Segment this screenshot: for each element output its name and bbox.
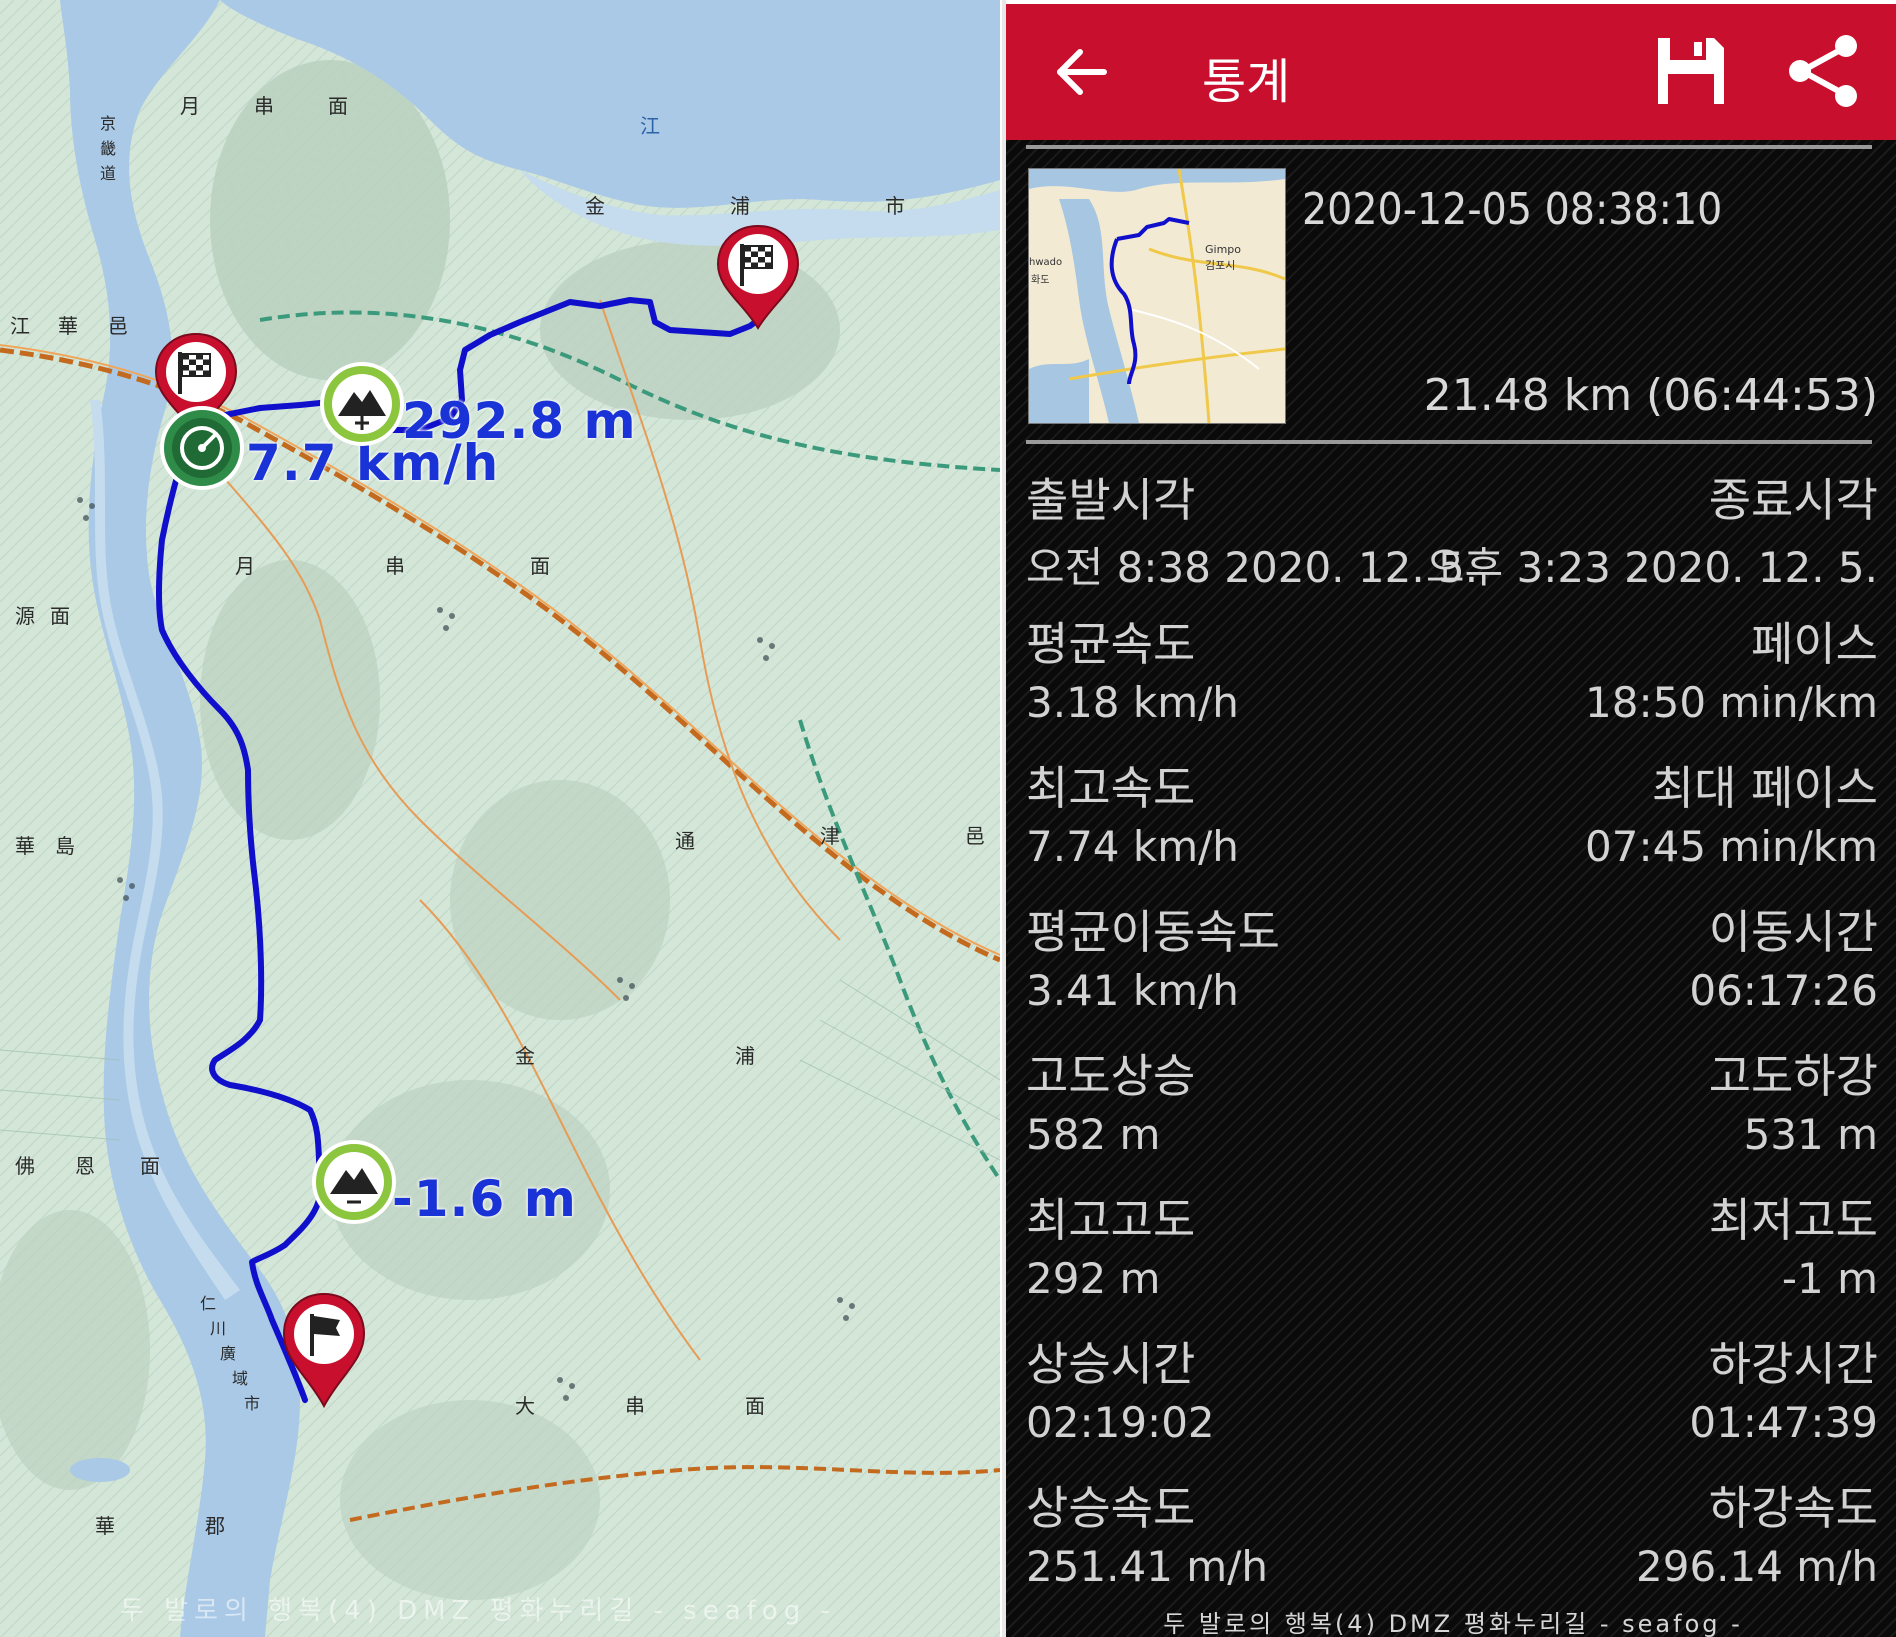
map-label: 仁	[200, 1294, 217, 1313]
stat-value-start-time: 오전 8:38 2020. 12. 5.	[1026, 543, 1479, 592]
stat-label-moving-time: 이동시간	[1708, 905, 1878, 959]
app-bar: 통계	[1006, 0, 1896, 140]
stat-label-start-time: 출발시각	[1026, 473, 1196, 527]
map-label: 華	[58, 314, 78, 338]
map-label: 邑	[108, 314, 128, 338]
map-label: 面	[50, 604, 70, 628]
share-icon[interactable]	[1784, 34, 1864, 108]
statistics-panel: 통계 hwado 화도 Gimpo 김포시 2020-12-05 08:38:1…	[1002, 0, 1896, 1637]
stat-value-max-elevation: 292 m	[1026, 1254, 1161, 1303]
thumbnail-label: Gimpo	[1205, 243, 1242, 256]
map-label: 江	[10, 314, 30, 338]
stat-value-ascent-speed: 251.41 m/h	[1026, 1542, 1268, 1591]
stat-value-max-pace: 07:45 min/km	[1585, 822, 1878, 871]
page-title: 통계	[1202, 54, 1291, 110]
divider	[1026, 145, 1872, 149]
stat-label-avg-speed: 평균속도	[1026, 617, 1196, 671]
stat-value-min-elevation: -1 m	[1781, 1254, 1878, 1303]
map-label: 面	[745, 1394, 765, 1418]
track-distance-time: 21.48 km (06:44:53)	[1423, 370, 1878, 421]
map-label: 通	[675, 829, 695, 853]
thumbnail-map	[1029, 169, 1285, 423]
map-terrain	[0, 0, 1000, 1637]
map-label: 串	[385, 554, 405, 578]
thumbnail-label: hwado	[1029, 257, 1063, 268]
stat-value-end-time: 오후 3:23 2020. 12. 5.	[1425, 543, 1878, 592]
stat-label-max-elevation: 최고고도	[1026, 1193, 1196, 1247]
stat-label-elevation-gain: 고도상승	[1026, 1049, 1196, 1103]
save-icon[interactable]	[1654, 34, 1728, 108]
topographic-map[interactable]: 月 串 面 江 金 浦 市 源 面 佛 恩 面 月 串 面 通 津 邑 金 浦 …	[0, 0, 1000, 1637]
stat-value-pace: 18:50 min/km	[1585, 678, 1878, 727]
stat-label-avg-moving-speed: 평균이동속도	[1026, 905, 1280, 959]
map-label: 金	[515, 1044, 535, 1068]
stat-value-descent-time: 01:47:39	[1689, 1398, 1878, 1447]
map-label: 佛	[15, 1154, 35, 1178]
stat-value-max-speed: 7.74 km/h	[1026, 822, 1239, 871]
stat-label-ascent-speed: 상승속도	[1026, 1481, 1196, 1535]
stat-label-descent-time: 하강시간	[1708, 1337, 1878, 1391]
stat-value-avg-speed: 3.18 km/h	[1026, 678, 1239, 727]
map-label: 串	[625, 1394, 645, 1418]
map-label: 面	[530, 554, 550, 578]
stat-label-descent-speed: 하강속도	[1708, 1481, 1878, 1535]
route-thumbnail[interactable]: hwado 화도 Gimpo 김포시	[1028, 168, 1286, 424]
min-elevation-marker[interactable]	[310, 1138, 398, 1226]
watermark: 두 발로의 행복(4) DMZ 평화누리길 - seafog -	[1163, 1610, 1743, 1637]
stat-label-max-speed: 최고속도	[1026, 761, 1196, 815]
stat-label-elevation-loss: 고도하강	[1708, 1049, 1878, 1103]
map-label: 江	[640, 114, 660, 138]
map-label: 島	[55, 834, 75, 858]
map-label: 畿	[100, 139, 117, 158]
stat-label-min-elevation: 최저고도	[1708, 1193, 1878, 1247]
map-label: 邑	[965, 824, 985, 848]
min-elevation-label: -1.6 m	[392, 1170, 577, 1228]
stat-value-elevation-gain: 582 m	[1026, 1110, 1161, 1159]
stat-value-moving-time: 06:17:26	[1689, 966, 1878, 1015]
map-label: 郡	[205, 1514, 225, 1538]
map-label: 浦	[730, 194, 750, 218]
stat-value-avg-moving-speed: 3.41 km/h	[1026, 966, 1239, 1015]
map-label: 市	[244, 1394, 261, 1413]
stat-value-elevation-loss: 531 m	[1743, 1110, 1878, 1159]
map-label: 大	[515, 1394, 535, 1418]
map-label: 面	[140, 1154, 160, 1178]
map-label: 恩	[75, 1154, 95, 1178]
map-label: 源	[15, 604, 35, 628]
stat-label-ascent-time: 상승시간	[1026, 1337, 1196, 1391]
thumbnail-label: 김포시	[1205, 259, 1236, 272]
map-label: 月	[180, 94, 200, 118]
watermark: 두 발로의 행복(4) DMZ 평화누리길 - seafog -	[120, 1596, 836, 1626]
map-label: 月	[235, 554, 255, 578]
map-label: 道	[100, 164, 117, 183]
map-label: 浦	[735, 1044, 755, 1068]
map-label: 川	[210, 1319, 227, 1338]
max-speed-marker[interactable]	[158, 404, 246, 492]
track-date: 2020-12-05 08:38:10	[1302, 184, 1723, 235]
stat-label-pace: 페이스	[1751, 617, 1878, 671]
map-label: 金	[585, 194, 605, 218]
stat-value-descent-speed: 296.14 m/h	[1636, 1542, 1878, 1591]
map-label: 市	[885, 194, 905, 218]
stat-label-end-time: 종료시각	[1708, 473, 1878, 527]
finish-pin[interactable]	[278, 1290, 370, 1410]
thumbnail-label: 화도	[1031, 275, 1050, 286]
map-label: 京	[100, 114, 117, 133]
map-label: 津	[820, 824, 840, 848]
stat-value-ascent-time: 02:19:02	[1026, 1398, 1215, 1447]
divider	[1026, 440, 1872, 444]
map-label: 廣	[220, 1344, 237, 1363]
map-label: 華	[95, 1514, 115, 1538]
max-elevation-marker[interactable]	[318, 360, 406, 448]
max-elevation-label: 292.8 m	[402, 392, 637, 450]
map-label: 面	[328, 94, 348, 118]
stat-label-max-pace: 최대 페이스	[1651, 761, 1878, 815]
end-pin[interactable]	[712, 222, 804, 332]
back-arrow-icon[interactable]	[1052, 42, 1112, 102]
map-label: 華	[15, 834, 35, 858]
map-label: 串	[254, 94, 274, 118]
map-label: 域	[232, 1369, 249, 1388]
